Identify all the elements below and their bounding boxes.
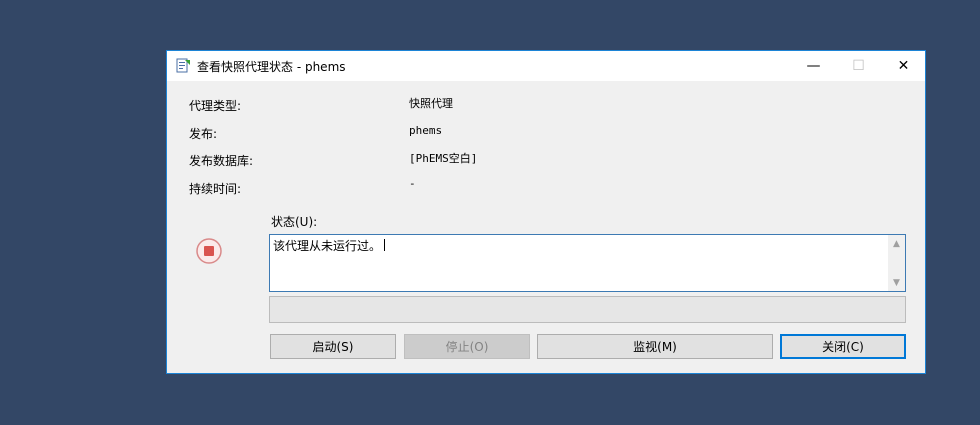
status-textarea[interactable]: 该代理从未运行过。 ▲ ▼ (269, 234, 906, 292)
stop-button[interactable]: 停止(O) (404, 334, 530, 359)
progress-bar (269, 296, 906, 323)
close-window-button[interactable]: ✕ (881, 51, 926, 81)
status-text: 该代理从未运行过。 (273, 239, 382, 253)
agent-status-dialog: 查看快照代理状态 - phems — ☐ ✕ 代理类型: 快照代理 发布: ph… (166, 50, 926, 374)
start-button[interactable]: 启动(S) (270, 334, 396, 359)
monitor-button[interactable]: 监视(M) (537, 334, 773, 359)
app-icon (176, 58, 190, 73)
scroll-down-icon[interactable]: ▼ (888, 274, 905, 291)
agent-type-value: 快照代理 (409, 97, 453, 110)
maximize-button[interactable]: ☐ (836, 51, 881, 81)
status-scrollbar[interactable]: ▲ ▼ (888, 235, 905, 291)
minimize-button[interactable]: — (791, 51, 836, 81)
title-bar[interactable]: 查看快照代理状态 - phems — ☐ ✕ (167, 51, 925, 81)
status-label: 状态(U): (271, 215, 318, 229)
scroll-up-icon[interactable]: ▲ (888, 235, 905, 252)
publication-label: 发布: (189, 127, 218, 141)
agent-type-label: 代理类型: (189, 99, 242, 113)
publication-value: phems (409, 124, 443, 137)
duration-label: 持续时间: (189, 182, 242, 196)
text-caret (384, 239, 386, 251)
stop-icon (196, 238, 222, 264)
publication-database-label: 发布数据库: (189, 154, 254, 168)
window-title: 查看快照代理状态 - phems (197, 60, 346, 74)
publication-database-value: [PhEMS空白] (409, 152, 478, 165)
duration-value: - (409, 177, 416, 190)
close-button[interactable]: 关闭(C) (780, 334, 906, 359)
